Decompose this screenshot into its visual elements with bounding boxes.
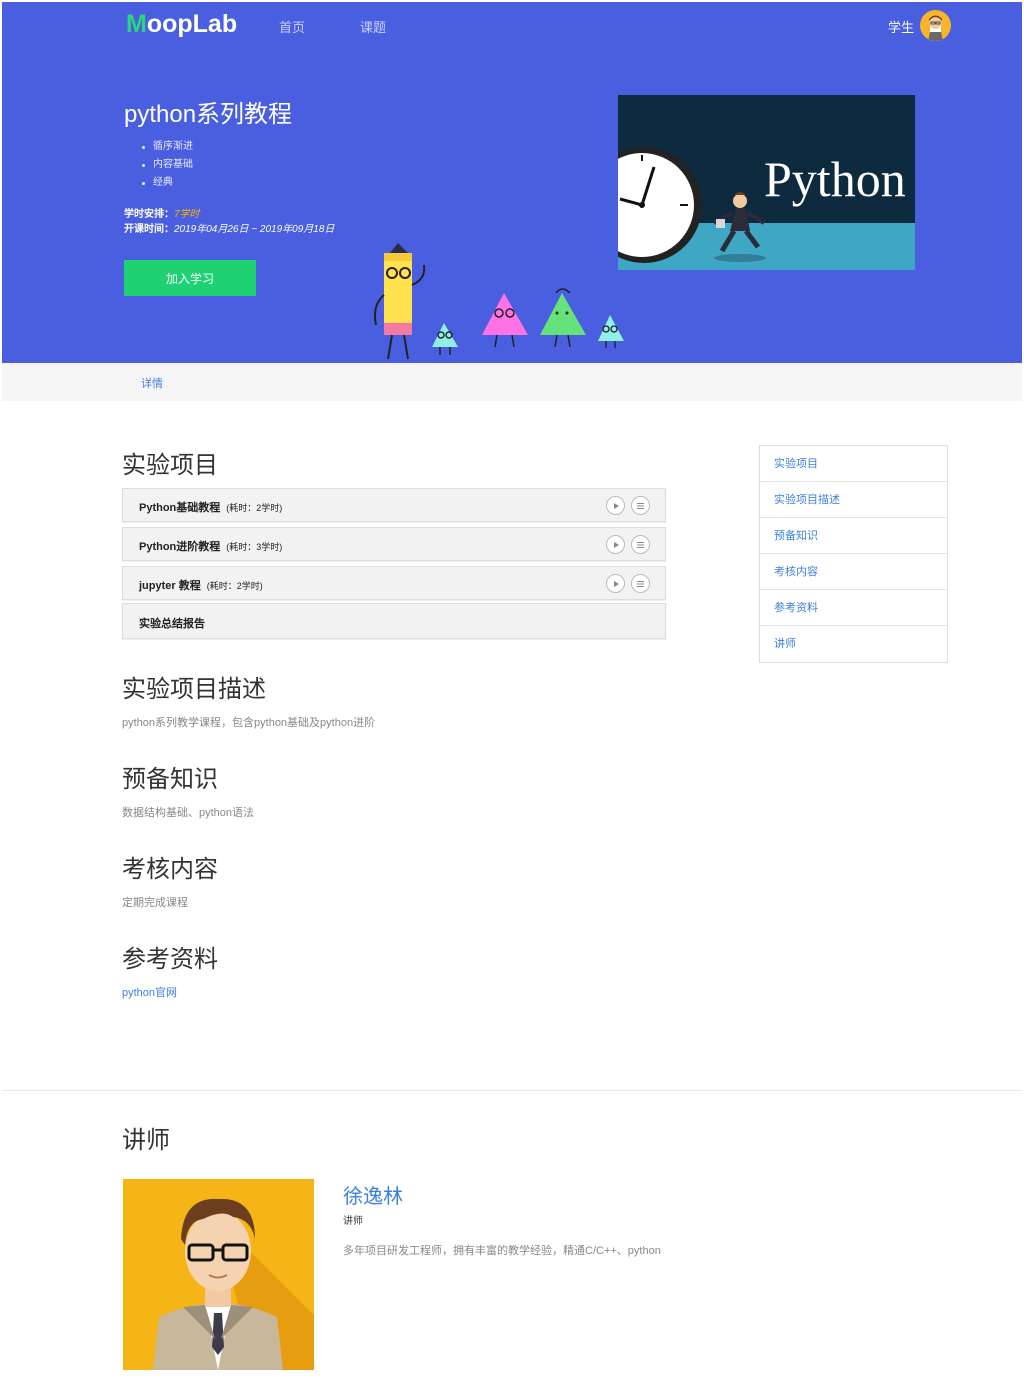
assessment-text: 定期完成课程 — [122, 897, 188, 909]
user-avatar[interactable] — [920, 10, 951, 41]
course-features: 循序渐进 内容基础 经典 — [142, 138, 193, 192]
course-title: python系列教程 — [124, 101, 293, 128]
section-title-description: 实验项目描述 — [122, 676, 266, 703]
section-title-projects: 实验项目 — [122, 452, 218, 479]
section-divider — [2, 1090, 1022, 1091]
section-toc: 实验项目 实验项目描述 预备知识 考核内容 参考资料 讲师 — [759, 445, 948, 663]
section-title-assessment: 考核内容 — [122, 856, 218, 883]
prerequisites-text: 数据结构基础、python语法 — [122, 807, 255, 819]
course-hours: 学时安排：7学时 — [124, 209, 200, 220]
course-dates: 开课时间：2019年04月26日 ~ 2019年09月18日 — [124, 224, 335, 235]
section-title-references: 参考资料 — [122, 946, 218, 973]
toc-item-prerequisites[interactable]: 预备知识 — [760, 518, 947, 554]
description-text: python系列教学课程，包含python基础及python进阶 — [122, 717, 376, 729]
list-icon[interactable] — [631, 574, 650, 593]
project-row[interactable]: Python基础教程 (耗时：2学时) — [122, 488, 666, 522]
python-official-link[interactable]: python官网 — [122, 987, 177, 999]
logo[interactable]: MoopLab — [126, 10, 237, 39]
toc-item-projects[interactable]: 实验项目 — [760, 446, 947, 482]
project-name: Python进阶教程 — [139, 541, 221, 553]
pencil-mascot — [374, 243, 426, 360]
course-hero: python系列教程 循序渐进 内容基础 经典 学时安排：7学时 开课时间：20… — [2, 50, 1022, 363]
project-name: jupyter 教程 — [139, 580, 201, 592]
feature-item: 内容基础 — [142, 156, 193, 174]
project-row[interactable]: Python进阶教程 (耗时：3学时) — [122, 527, 666, 561]
top-navbar: MoopLab 首页 课题 学生 — [2, 2, 1022, 50]
play-icon[interactable] — [606, 535, 625, 554]
project-name: 实验总结报告 — [139, 618, 205, 630]
toc-item-teacher[interactable]: 讲师 — [760, 626, 947, 662]
nav-home-link[interactable]: 首页 — [279, 17, 305, 36]
project-duration: (耗时：2学时) — [206, 581, 263, 591]
teacher-role: 讲师 — [343, 1216, 363, 1227]
feature-item: 经典 — [142, 174, 193, 192]
cover-title: Python — [764, 151, 906, 207]
project-name: Python基础教程 — [139, 502, 221, 514]
feature-item: 循序渐进 — [142, 138, 193, 156]
play-icon[interactable] — [606, 496, 625, 515]
detail-tabbar: 详情 — [2, 363, 1022, 401]
tab-detail[interactable]: 详情 — [141, 375, 163, 391]
section-title-teacher: 讲师 — [122, 1127, 170, 1154]
section-title-prerequisites: 预备知识 — [122, 766, 218, 793]
project-duration: (耗时：2学时) — [226, 503, 283, 513]
toc-item-description[interactable]: 实验项目描述 — [760, 482, 947, 518]
teacher-avatar — [123, 1179, 314, 1370]
project-row[interactable]: jupyter 教程 (耗时：2学时) — [122, 566, 666, 600]
nav-topics-link[interactable]: 课题 — [360, 17, 386, 36]
toc-item-assessment[interactable]: 考核内容 — [760, 554, 947, 590]
teacher-name[interactable]: 徐逸林 — [343, 1180, 403, 1209]
teacher-bio: 多年项目研发工程师，拥有丰富的教学经验，精通C/C++、python — [343, 1245, 661, 1257]
toc-item-references[interactable]: 参考资料 — [760, 590, 947, 626]
join-course-button[interactable]: 加入学习 — [124, 260, 256, 296]
play-icon[interactable] — [606, 574, 625, 593]
course-cover-image: Python — [618, 95, 915, 270]
user-name[interactable]: 学生 — [888, 17, 914, 36]
list-icon[interactable] — [631, 496, 650, 515]
list-icon[interactable] — [631, 535, 650, 554]
project-row[interactable]: 实验总结报告 — [122, 603, 666, 639]
project-duration: (耗时：3学时) — [226, 542, 283, 552]
mascot-illustration — [374, 243, 624, 360]
